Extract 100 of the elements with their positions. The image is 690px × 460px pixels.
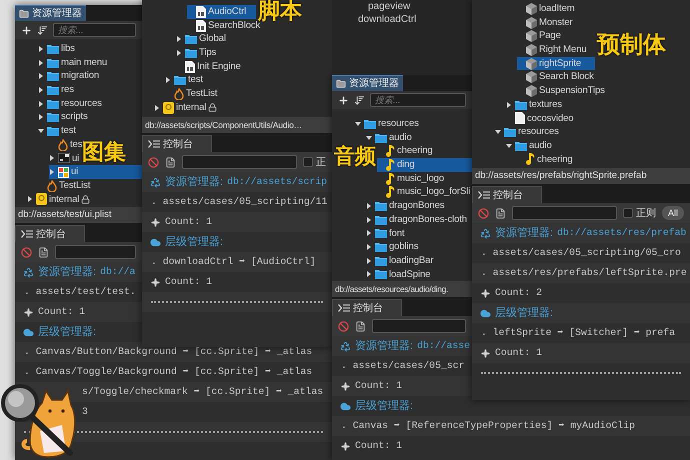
- caret-icon[interactable]: [49, 155, 55, 162]
- tree-row[interactable]: audio: [366, 130, 412, 144]
- assets-tab[interactable]: 资源管理器: [332, 75, 403, 91]
- caret-icon[interactable]: [506, 102, 512, 108]
- database-icon: [36, 193, 47, 206]
- filter-field[interactable]: [372, 319, 466, 333]
- tree-row[interactable]: resources: [495, 125, 559, 139]
- tree-row[interactable]: rightSprite: [517, 56, 595, 70]
- caret-icon[interactable]: [27, 196, 33, 202]
- document-icon[interactable]: [495, 208, 506, 218]
- tree-row[interactable]: cheering: [377, 144, 433, 158]
- tree-row[interactable]: test: [165, 73, 203, 88]
- filter-field[interactable]: [512, 206, 617, 220]
- caret-icon[interactable]: [49, 169, 55, 176]
- document-icon[interactable]: [165, 156, 176, 168]
- caret-icon[interactable]: [38, 60, 44, 66]
- tree-row[interactable]: resources: [38, 96, 102, 110]
- search-field[interactable]: 搜索...: [53, 23, 136, 37]
- tree-row[interactable]: libs: [38, 42, 75, 56]
- caret-icon[interactable]: [366, 230, 372, 236]
- console-tab[interactable]: 控制台: [332, 299, 402, 316]
- console-tab[interactable]: 控制台: [15, 225, 85, 242]
- caret-icon[interactable]: [506, 142, 512, 149]
- tree-row[interactable]: ui: [49, 152, 80, 166]
- caret-icon[interactable]: [38, 128, 44, 134]
- caret-icon[interactable]: [154, 104, 160, 111]
- tree-row[interactable]: TestList: [38, 178, 90, 193]
- caret-icon[interactable]: [355, 120, 361, 127]
- sort-icon[interactable]: [354, 94, 365, 106]
- caret-icon[interactable]: [38, 114, 44, 120]
- tree-row[interactable]: loadSpine: [366, 268, 430, 281]
- tree-row[interactable]: cheering: [517, 152, 573, 166]
- tree-row[interactable]: AudioCtrl: [187, 5, 256, 19]
- caret-icon[interactable]: [38, 86, 44, 93]
- tree-item-label[interactable]: downloadCtrl: [358, 12, 416, 27]
- tree-row[interactable]: Monster: [517, 16, 573, 30]
- clear-icon[interactable]: [148, 156, 159, 168]
- caret-icon[interactable]: [366, 244, 372, 250]
- document-icon[interactable]: [355, 320, 366, 332]
- caret-icon[interactable]: [38, 73, 44, 80]
- tree-row[interactable]: ding: [377, 158, 472, 172]
- tree-row[interactable]: loadItem: [517, 2, 575, 16]
- tree-row[interactable]: TestList: [165, 87, 218, 101]
- clear-icon[interactable]: [338, 320, 349, 332]
- tree-row[interactable]: cocosvideo: [506, 112, 574, 126]
- clear-icon[interactable]: [478, 208, 489, 218]
- regex-checkbox[interactable]: [622, 208, 633, 218]
- tree-row[interactable]: migration: [38, 69, 100, 84]
- regex-checkbox[interactable]: [303, 157, 313, 167]
- tree-row[interactable]: resources: [355, 117, 419, 131]
- search-field[interactable]: 搜索...: [370, 93, 466, 107]
- tree-item-label[interactable]: pageview: [368, 0, 410, 14]
- sort-icon[interactable]: [37, 24, 48, 36]
- caret-icon[interactable]: [495, 129, 501, 136]
- document-icon[interactable]: [38, 246, 49, 258]
- add-icon[interactable]: [338, 94, 349, 106]
- caret-icon[interactable]: [366, 258, 372, 264]
- tree-item-label: internal: [176, 102, 206, 112]
- tree-row[interactable]: internal: [27, 192, 90, 206]
- tree-row[interactable]: Page: [517, 29, 561, 44]
- level-filter-select[interactable]: All: [662, 206, 684, 220]
- tree-row[interactable]: Tips: [176, 46, 216, 60]
- tree-row[interactable]: Global: [176, 32, 226, 46]
- tree-row[interactable]: audio: [506, 138, 552, 153]
- caret-icon[interactable]: [366, 134, 372, 141]
- tree-row[interactable]: internal: [154, 100, 218, 114]
- clear-icon[interactable]: [21, 246, 32, 258]
- tree-row[interactable]: Search Block: [517, 70, 594, 84]
- filter-field[interactable]: [182, 155, 297, 169]
- caret-icon[interactable]: [366, 202, 372, 209]
- caret-icon[interactable]: [366, 216, 372, 223]
- caret-icon[interactable]: [38, 100, 44, 107]
- tree-row[interactable]: textures: [506, 98, 562, 112]
- caret-icon[interactable]: [176, 36, 182, 42]
- tree-row[interactable]: dragonBones-cloth: [366, 212, 467, 226]
- caret-icon[interactable]: [176, 50, 182, 56]
- tree-row[interactable]: music_logo: [377, 172, 444, 186]
- tree-row[interactable]: main menu: [38, 56, 108, 70]
- tree-row[interactable]: goblins: [366, 240, 418, 254]
- tree-row[interactable]: ui: [49, 165, 142, 179]
- caret-icon[interactable]: [38, 46, 44, 52]
- tree-row[interactable]: test: [38, 124, 76, 138]
- tree-row[interactable]: res: [38, 83, 74, 97]
- caret-icon[interactable]: [165, 77, 171, 84]
- caret-icon[interactable]: [366, 271, 372, 278]
- tree-row[interactable]: loadingBar: [366, 254, 434, 268]
- tree-row[interactable]: Init Engine: [176, 60, 241, 74]
- add-icon[interactable]: [21, 24, 32, 36]
- tree-item-label: cheering: [397, 146, 433, 156]
- tree-row[interactable]: font: [366, 226, 404, 240]
- tree-item-label: SearchBlock: [208, 20, 260, 30]
- tree-row[interactable]: SuspensionTips: [517, 84, 605, 98]
- tree-row[interactable]: music_logo_forSli: [377, 185, 470, 200]
- console-tab[interactable]: 控制台: [142, 135, 212, 152]
- tree-row[interactable]: Right Menu: [517, 43, 587, 57]
- assets-tab[interactable]: 资源管理器: [15, 5, 86, 21]
- tree-row[interactable]: scripts: [38, 110, 88, 124]
- tree-row[interactable]: dragonBones: [366, 199, 444, 213]
- filter-field[interactable]: [55, 245, 136, 259]
- console-tab[interactable]: 控制台: [472, 186, 542, 203]
